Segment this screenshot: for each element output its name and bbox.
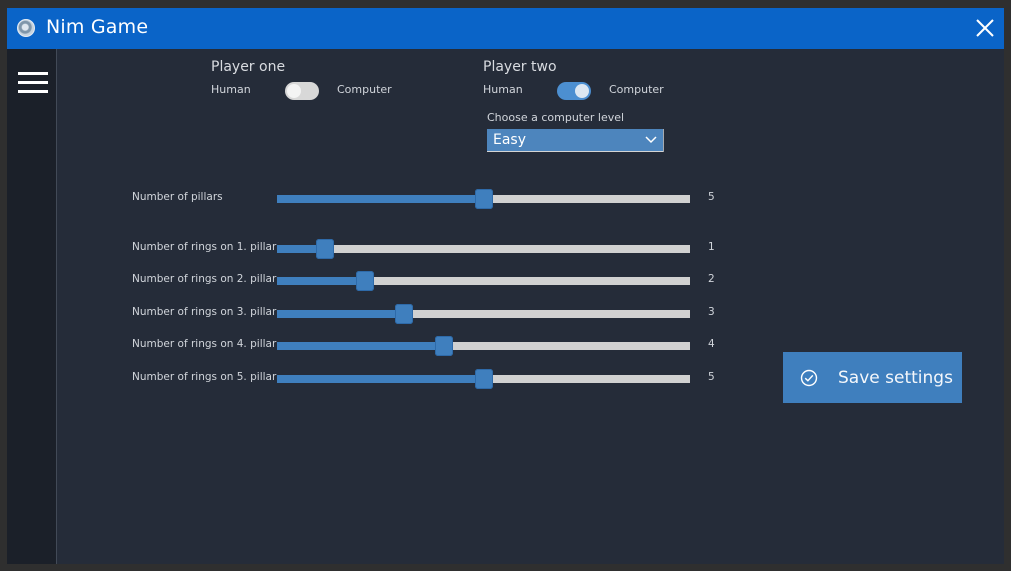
slider-thumb[interactable] [435, 336, 454, 356]
save-settings-label: Save settings [838, 368, 953, 388]
slider-fill [277, 342, 445, 350]
chevron-down-icon [645, 136, 657, 144]
slider-thumb[interactable] [315, 239, 334, 259]
ring-label-5: Number of rings on 5. pillar [132, 371, 277, 383]
slider-thumb[interactable] [474, 189, 493, 209]
ring-value-5: 5 [708, 371, 715, 383]
slider-fill [277, 310, 405, 318]
player-two-heading: Player two [483, 59, 557, 75]
ring-value-1: 1 [708, 241, 715, 253]
toggle-knob [575, 84, 589, 98]
ring-value-4: 4 [708, 338, 715, 350]
menu-button[interactable] [18, 72, 48, 94]
window-title: Nim Game [46, 16, 149, 38]
close-icon [976, 19, 994, 37]
computer-level-label: Choose a computer level [487, 111, 625, 124]
sidebar [7, 49, 57, 564]
nim-game-window: Nim Game Player one Human Computer Playe… [7, 8, 1004, 564]
slider-fill [277, 277, 365, 285]
save-settings-button[interactable]: Save settings [783, 352, 962, 403]
select-edge [663, 129, 664, 152]
slider-thumb[interactable] [355, 271, 374, 291]
slider-thumb[interactable] [474, 369, 493, 389]
toggle-knob [287, 84, 301, 98]
ring-value-3: 3 [708, 306, 715, 318]
ring-slider-1[interactable] [277, 239, 690, 259]
computer-level-value: Easy [493, 132, 527, 148]
check-circle-icon [800, 369, 818, 387]
app-icon [17, 19, 35, 37]
ring-slider-4[interactable] [277, 336, 690, 356]
player-two-computer-label: Computer [609, 83, 664, 96]
ring-label-1: Number of rings on 1. pillar [132, 241, 277, 253]
ring-slider-3[interactable] [277, 304, 690, 324]
player-one-human-label: Human [211, 83, 251, 96]
computer-level-select[interactable]: Easy [487, 129, 664, 152]
ring-label-2: Number of rings on 2. pillar [132, 273, 277, 285]
player-one-heading: Player one [211, 59, 286, 75]
ring-slider-2[interactable] [277, 271, 690, 291]
ring-label-3: Number of rings on 3. pillar [132, 306, 277, 318]
slider-track [277, 245, 690, 253]
player-two-toggle[interactable] [557, 82, 591, 100]
pillars-value: 5 [708, 191, 715, 203]
ring-label-4: Number of rings on 4. pillar [132, 338, 277, 350]
ring-value-2: 2 [708, 273, 715, 285]
player-one-computer-label: Computer [337, 83, 392, 96]
pillars-label: Number of pillars [132, 191, 223, 203]
title-bar: Nim Game [7, 8, 1004, 49]
slider-thumb[interactable] [395, 304, 414, 324]
pillars-slider[interactable] [277, 189, 690, 209]
player-one-toggle[interactable] [285, 82, 319, 100]
slider-fill [277, 375, 484, 383]
settings-panel: Player one Human Computer Player two Hum… [57, 49, 1004, 564]
ring-slider-5[interactable] [277, 369, 690, 389]
player-two-human-label: Human [483, 83, 523, 96]
slider-fill [277, 195, 484, 203]
close-button[interactable] [974, 17, 996, 39]
